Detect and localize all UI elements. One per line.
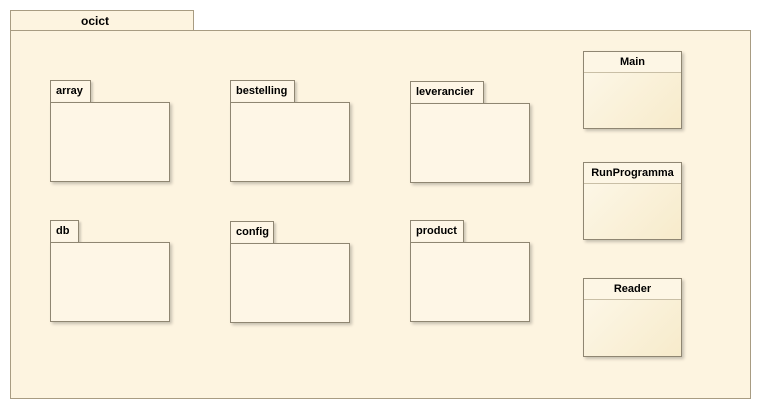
container-package-tab: ocict xyxy=(10,10,194,30)
package-tab-array[interactable]: array xyxy=(50,80,91,102)
package-label-leverancier: leverancier xyxy=(416,86,475,98)
package-label-config: config xyxy=(236,226,269,238)
package-body-leverancier[interactable] xyxy=(410,103,530,183)
class-reader[interactable]: Reader xyxy=(583,278,682,357)
class-name-runprogramma: RunProgramma xyxy=(584,163,681,184)
package-tab-db[interactable]: db xyxy=(50,220,79,242)
package-label-bestelling: bestelling xyxy=(236,85,288,97)
class-runprogramma[interactable]: RunProgramma xyxy=(583,162,682,240)
package-tab-product[interactable]: product xyxy=(410,220,464,242)
package-body-db[interactable] xyxy=(50,242,170,322)
package-body-bestelling[interactable] xyxy=(230,102,350,182)
container-package-label: ocict xyxy=(81,14,110,28)
package-body-array[interactable] xyxy=(50,102,170,182)
class-main[interactable]: Main xyxy=(583,51,682,129)
package-tab-config[interactable]: config xyxy=(230,221,274,243)
package-tab-bestelling[interactable]: bestelling xyxy=(230,80,295,102)
package-tab-leverancier[interactable]: leverancier xyxy=(410,81,484,103)
package-body-product[interactable] xyxy=(410,242,530,322)
package-body-config[interactable] xyxy=(230,243,350,323)
class-name-reader: Reader xyxy=(584,279,681,300)
package-label-product: product xyxy=(416,225,457,237)
package-label-array: array xyxy=(56,85,83,97)
package-label-db: db xyxy=(56,225,70,237)
class-name-main: Main xyxy=(584,52,681,73)
